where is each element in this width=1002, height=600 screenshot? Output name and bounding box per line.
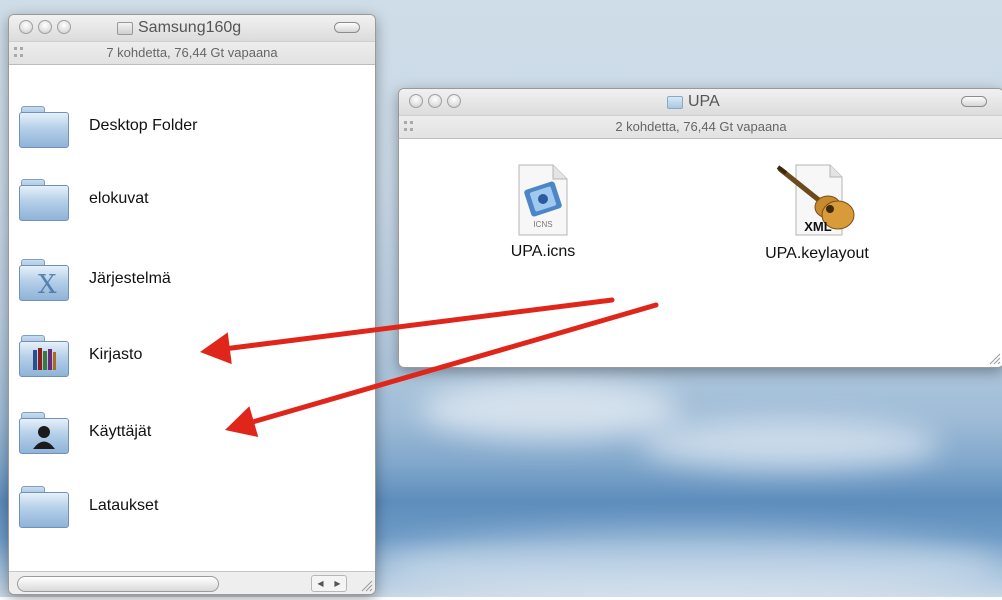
svg-text:ICNS: ICNS [533, 220, 552, 229]
xml-keylayout-icon: XML [776, 164, 855, 236]
list-item-jarjestelma[interactable]: X Järjestelmä [9, 250, 369, 308]
grip-icon [14, 47, 24, 59]
list-item-kayttajat[interactable]: Käyttäjät [9, 403, 369, 461]
svg-text:XML: XML [804, 219, 832, 234]
minimize-button[interactable] [428, 94, 442, 108]
horizontal-scrollbar[interactable]: ◀ ▶ [9, 571, 375, 594]
users-folder-icon [19, 409, 71, 455]
list-item-desktop-folder[interactable]: Desktop Folder [9, 97, 369, 155]
window-title-text: UPA [688, 93, 720, 110]
scroll-left-icon[interactable]: ◀ [317, 579, 323, 588]
titlebar[interactable]: Samsung160g [9, 15, 375, 42]
minimize-button[interactable] [38, 20, 52, 34]
item-label: Desktop Folder [89, 117, 198, 134]
toolbar-toggle-button[interactable] [334, 22, 360, 33]
scroll-right-icon[interactable]: ▶ [334, 579, 340, 588]
list-item-elokuvat[interactable]: elokuvat [9, 170, 369, 228]
item-label: Järjestelmä [89, 270, 171, 287]
grip-icon [404, 121, 414, 133]
close-button[interactable] [19, 20, 33, 34]
window-title: UPA [667, 93, 720, 111]
folder-icon [19, 103, 71, 149]
file-label: UPA.keylayout [765, 245, 869, 262]
status-text: 7 kohdetta, 76,44 Gt vapaana [106, 45, 278, 60]
toolbar-toggle-button[interactable] [961, 96, 987, 107]
zoom-button[interactable] [57, 20, 71, 34]
close-button[interactable] [409, 94, 423, 108]
scroll-arrows[interactable]: ◀ ▶ [311, 575, 347, 592]
file-upa-keylayout[interactable]: XML UPA.keylayout [737, 163, 897, 263]
titlebar[interactable]: UPA [399, 89, 1002, 116]
system-folder-icon: X [19, 256, 71, 302]
file-upa-icns[interactable]: ICNS UPA.icns [473, 163, 613, 261]
list-item-lataukset[interactable]: Lataukset [9, 477, 369, 535]
item-label: Kirjasto [89, 346, 143, 363]
folder-icon [19, 483, 71, 529]
window-title: Samsung160g [117, 19, 241, 37]
finder-window-samsung160g: Samsung160g 7 kohdetta, 76,44 Gt vapaana… [8, 14, 376, 595]
library-folder-icon [19, 332, 71, 378]
zoom-button[interactable] [447, 94, 461, 108]
resize-grip-icon[interactable] [359, 578, 373, 592]
file-label: UPA.icns [510, 243, 576, 260]
item-label: elokuvat [89, 190, 149, 207]
status-bar: 2 kohdetta, 76,44 Gt vapaana [399, 116, 1002, 139]
status-bar: 7 kohdetta, 76,44 Gt vapaana [9, 42, 375, 65]
scroll-thumb[interactable] [17, 576, 219, 592]
window-title-text: Samsung160g [138, 19, 242, 36]
svg-text:X: X [38, 270, 57, 296]
folder-icon [667, 95, 683, 109]
file-list: Desktop Folder elokuvat X Järjestelmä Ki… [9, 64, 375, 572]
icns-file-icon: ICNS [518, 164, 568, 236]
drive-icon [117, 21, 133, 35]
finder-window-upa: UPA 2 kohdetta, 76,44 Gt vapaana ICNS UP… [398, 88, 1002, 368]
folder-icon [19, 176, 71, 222]
status-text: 2 kohdetta, 76,44 Gt vapaana [615, 119, 787, 134]
list-item-kirjasto[interactable]: Kirjasto [9, 326, 369, 384]
item-label: Käyttäjät [89, 423, 152, 440]
resize-grip-icon[interactable] [987, 351, 1001, 365]
item-label: Lataukset [89, 497, 159, 514]
